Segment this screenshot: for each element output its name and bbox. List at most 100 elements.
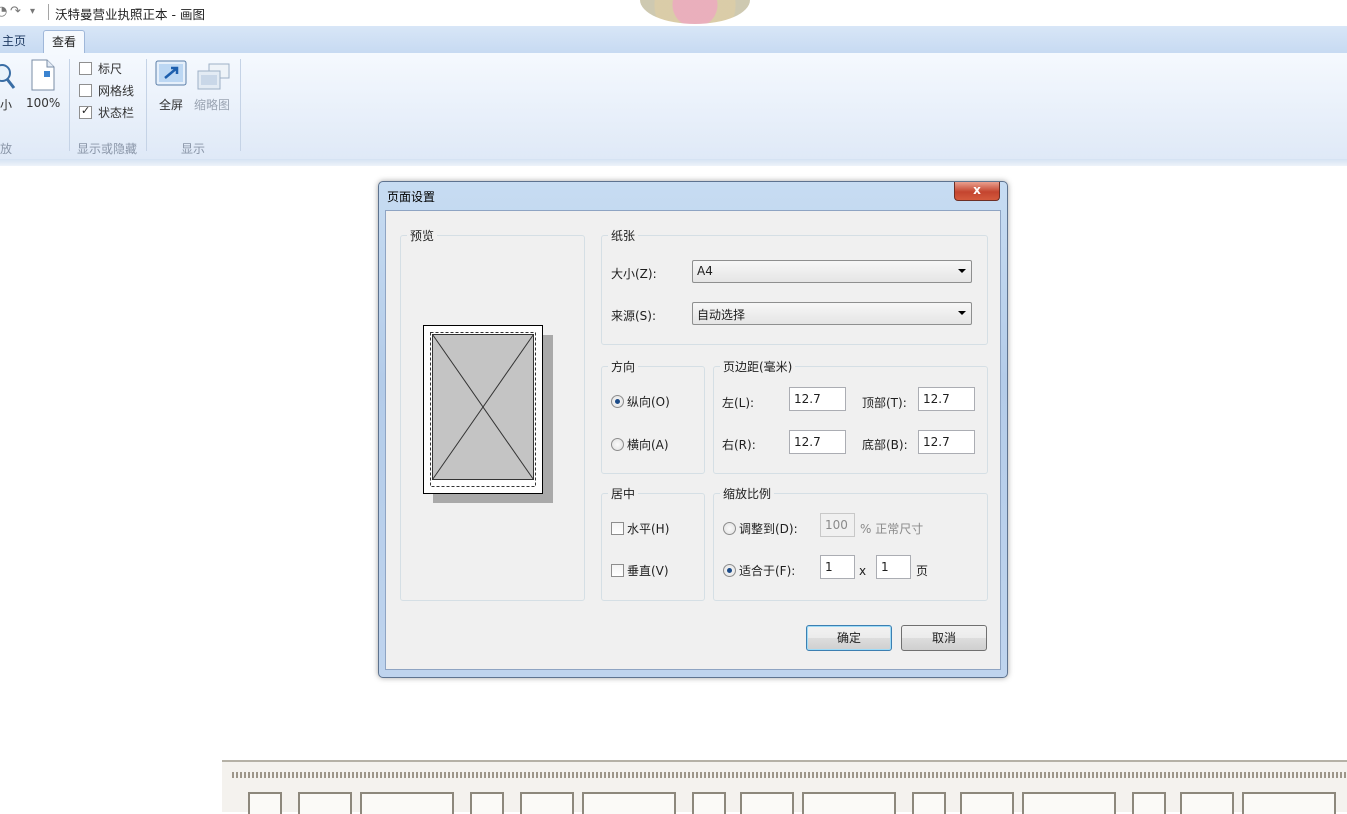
centering-legend: 居中 [608,485,639,502]
margin-bottom-input[interactable]: 12.7 [918,430,975,454]
fit-wide-value: 1 [825,560,833,574]
image-frame [692,792,726,814]
margin-top-input[interactable]: 12.7 [918,387,975,411]
image-frame [1132,792,1166,814]
image-frame [1022,792,1116,814]
background-image-seal [640,0,750,24]
image-frame [360,792,454,814]
chevron-down-icon [958,311,966,315]
dialog-title: 页面设置 [387,190,436,204]
gridlines-label[interactable]: 网格线 [98,82,134,99]
paper-source-label: 来源(S): [611,309,657,323]
statusbar-checkbox[interactable] [79,104,92,119]
scaling-group: 缩放比例 调整到(D): 100 % 正常尺寸 适合于(F): 1 x 1 页 [713,485,988,601]
undo-icon[interactable]: ◔ [0,4,7,19]
margin-left-value: 12.7 [794,392,821,406]
adjust-to-value: 100 [825,518,848,532]
tab-view[interactable]: 查看 [43,30,86,54]
margin-bottom-label: 底部(B): [862,438,908,452]
adjust-to-label[interactable]: 调整到(D): [739,520,798,537]
preview-group: 预览 [400,227,585,601]
landscape-label[interactable]: 横向(A) [627,436,669,453]
close-button[interactable]: x [954,182,1000,201]
ok-button[interactable]: 确定 [806,625,892,651]
ruler-label[interactable]: 标尺 [98,60,122,77]
fullscreen-label[interactable]: 全屏 [159,96,183,113]
zoom-out-label[interactable]: 小 [0,96,12,113]
adjust-to-input[interactable]: 100 [820,513,855,537]
customize-quick-access-icon[interactable]: ▾ [30,6,35,17]
actual-size-label[interactable]: 100% [26,96,60,110]
portrait-label[interactable]: 纵向(O) [627,393,670,410]
image-frame [520,792,574,814]
window-title: 沃特曼营业执照正本 - 画图 [55,7,205,22]
paper-source-select[interactable]: 自动选择 [692,302,972,325]
horizontal-checkbox[interactable] [611,522,624,535]
statusbar-label[interactable]: 状态栏 [98,104,134,121]
margins-group: 页边距(毫米) 左(L): 12.7 顶部(T): 12.7 右(R): 12.… [713,358,988,474]
thumbnail-icon[interactable] [197,63,231,91]
title-separator [48,4,49,20]
fit-to-radio[interactable] [723,564,736,577]
centering-group: 居中 水平(H) 垂直(V) [601,485,705,601]
scaling-legend: 缩放比例 [720,485,775,502]
fit-wide-input[interactable]: 1 [820,555,855,579]
fit-tall-value: 1 [881,560,889,574]
ribbon-divider [240,59,241,151]
image-frame [298,792,352,814]
tab-home[interactable]: 主页 [0,30,34,52]
fit-times-label: x [859,564,867,578]
paper-source-value: 自动选择 [697,308,746,322]
actual-size-icon[interactable] [30,59,56,91]
zoom-out-icon[interactable] [0,61,16,91]
image-frame [960,792,1014,814]
display-group-label: 显示 [181,142,206,156]
adjust-to-suffix: % 正常尺寸 [860,522,924,536]
title-bar: ◔ ↷ ▾ 沃特曼营业执照正本 - 画图 [0,0,1347,26]
adjust-to-radio[interactable] [723,522,736,535]
image-frame [740,792,794,814]
image-frame [582,792,676,814]
paper-size-select[interactable]: A4 [692,260,972,283]
show-hide-group-label: 显示或隐藏 [77,142,138,156]
page-preview-graphic [423,325,553,503]
fit-tall-input[interactable]: 1 [876,555,911,579]
paper-size-value: A4 [697,264,713,278]
vertical-label[interactable]: 垂直(V) [627,562,669,579]
margin-top-value: 12.7 [923,392,950,406]
image-frame [802,792,896,814]
image-frame [248,792,282,814]
ribbon-panel: 小 100% 放 标尺 网格线 状态栏 显示或隐藏 全屏 缩略图 显示 [0,53,1347,160]
vertical-checkbox[interactable] [611,564,624,577]
margin-right-label: 右(R): [722,438,756,452]
portrait-radio[interactable] [611,395,624,408]
ruler-checkbox[interactable] [79,62,92,75]
image-frame [470,792,504,814]
fullscreen-icon[interactable] [155,60,187,90]
margin-left-input[interactable]: 12.7 [789,387,846,411]
cancel-button[interactable]: 取消 [901,625,987,651]
fit-to-label[interactable]: 适合于(F): [739,562,795,579]
paper-size-label: 大小(Z): [611,267,657,281]
ribbon-bottom-strip [0,159,1347,166]
zoom-group-label: 放 [0,142,13,156]
close-icon: x [973,183,981,197]
chevron-down-icon [958,269,966,273]
margin-bottom-value: 12.7 [923,435,950,449]
ribbon-tabs: 主页 查看 [0,26,1347,54]
horizontal-label[interactable]: 水平(H) [627,520,669,537]
thumbnail-label[interactable]: 缩略图 [194,96,230,113]
margin-left-label: 左(L): [722,396,755,410]
orientation-group: 方向 纵向(O) 横向(A) [601,358,705,474]
margin-right-input[interactable]: 12.7 [789,430,846,454]
paper-group: 纸张 大小(Z): A4 来源(S): 自动选择 [601,227,988,345]
canvas-image [222,760,1347,814]
preview-legend: 预览 [407,227,438,244]
redo-icon[interactable]: ↷ [10,4,21,19]
ribbon-divider [146,59,147,151]
ribbon-divider [69,59,70,151]
landscape-radio[interactable] [611,438,624,451]
gridlines-checkbox[interactable] [79,84,92,97]
margin-right-value: 12.7 [794,435,821,449]
image-frame [1180,792,1234,814]
